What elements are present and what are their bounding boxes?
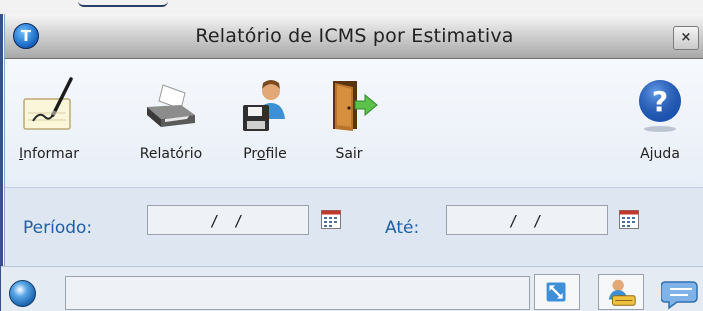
notepad-pen-icon [23, 77, 73, 130]
close-button[interactable]: × [673, 26, 699, 50]
title-bar[interactable]: T Relatório de ICMS por Estimativa × [5, 14, 703, 59]
profile-button[interactable]: Profile [229, 59, 301, 187]
ate-calendar-icon[interactable] [619, 210, 639, 229]
svg-text:?: ? [652, 85, 668, 118]
window-title: Relatório de ICMS por Estimativa [195, 25, 514, 47]
resize-arrows-icon [546, 282, 566, 302]
profile-label: Profile [243, 146, 287, 162]
resize-button[interactable] [534, 274, 580, 310]
report-dialog: T Relatório de ICMS por Estimativa × Inf… [0, 14, 703, 311]
background-text-fragment [78, 0, 168, 7]
period-filter-row: Período: / / Até: / / [5, 188, 703, 264]
ajuda-label: Ajuda [640, 146, 680, 162]
sair-button[interactable]: Sair [323, 59, 378, 187]
periodo-calendar-icon[interactable] [321, 210, 341, 229]
app-orb-icon[interactable] [9, 280, 36, 307]
ate-label: Até: [385, 218, 420, 238]
informar-label: Informar [19, 146, 79, 162]
periodo-label: Período: [23, 218, 93, 238]
toolbar: Informar Relatório Profile Sair ? Ajuda [5, 59, 703, 188]
printer-icon [147, 84, 195, 127]
relatorio-label: Relatório [139, 146, 203, 162]
user-keyboard-icon [608, 279, 636, 306]
chat-icon[interactable] [661, 278, 701, 310]
status-message-field [65, 276, 530, 310]
help-question-icon: ? [639, 80, 681, 132]
ajuda-button[interactable]: ? Ajuda [627, 59, 693, 187]
ate-date-input[interactable]: / / [446, 205, 608, 235]
informar-button[interactable]: Informar [5, 59, 93, 187]
screen: T Relatório de ICMS por Estimativa × Inf… [0, 0, 703, 311]
background-window-edge [0, 0, 703, 14]
sair-label: Sair [335, 146, 363, 162]
user-keyboard-button[interactable] [598, 274, 644, 310]
exit-door-icon [333, 81, 378, 131]
user-disk-icon [243, 80, 285, 131]
periodo-date-input[interactable]: / / [147, 205, 309, 235]
relatorio-button[interactable]: Relatório [129, 59, 213, 187]
status-bar [1, 266, 703, 311]
